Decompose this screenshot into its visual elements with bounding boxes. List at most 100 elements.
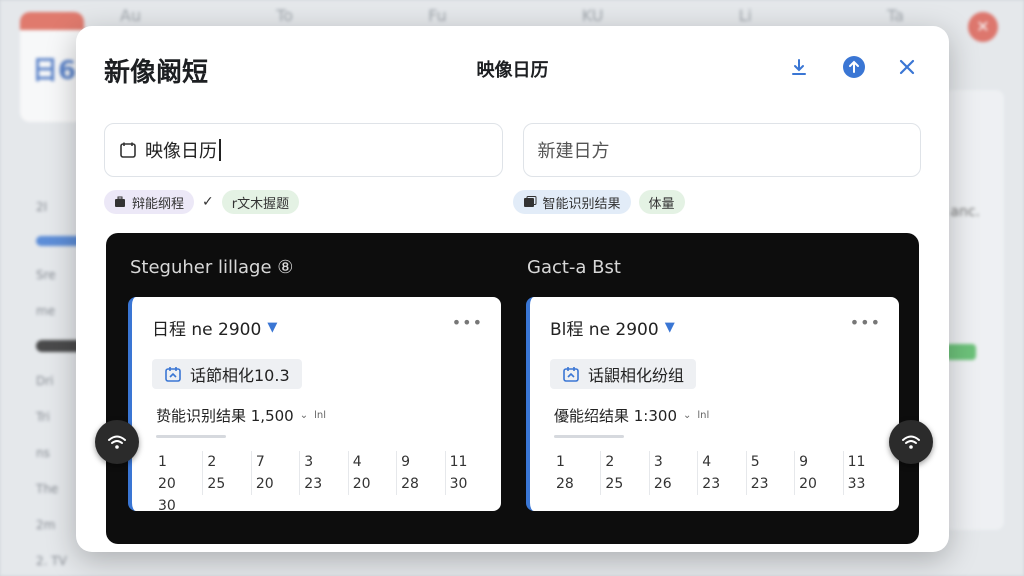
- card-header-text: Bl程 ne 2900: [550, 320, 659, 340]
- wifi-button-left[interactable]: [95, 420, 139, 464]
- date-cell[interactable]: 30: [154, 495, 202, 511]
- date-cell[interactable]: 2: [202, 451, 250, 473]
- wifi-icon: [108, 435, 126, 449]
- card-result-line: 贽能识别结果 1,500 ⌄ lnl: [156, 405, 326, 426]
- new-calendar-value: 新建日方: [537, 141, 610, 162]
- close-icon: [899, 59, 915, 75]
- tag-smart-schedule[interactable]: 辩能纲程: [104, 190, 195, 214]
- card-result-text: 贽能识别结果 1,500: [156, 407, 294, 425]
- date-cell[interactable]: 4: [347, 451, 396, 473]
- card-chip[interactable]: 话節相化10.3: [152, 359, 302, 389]
- right-panel-label: Gact-a Bst: [527, 257, 621, 278]
- date-cell[interactable]: 33: [842, 473, 891, 495]
- input-row: 映像日历 新建日方: [104, 123, 921, 177]
- date-cell[interactable]: 4: [697, 451, 745, 473]
- date-cell[interactable]: 1: [552, 451, 600, 473]
- date-cell[interactable]: 25: [202, 473, 250, 495]
- bg-right-text: anc.: [950, 204, 980, 220]
- date-cell[interactable]: 1: [154, 451, 202, 473]
- download-button[interactable]: [786, 54, 812, 80]
- date-cell[interactable]: 11: [444, 451, 493, 473]
- date-cell[interactable]: 28: [552, 473, 600, 495]
- text-caret: [219, 139, 221, 161]
- card-header[interactable]: 日程 ne 2900 ▼: [152, 315, 277, 340]
- date-cell[interactable]: 5: [745, 451, 794, 473]
- date-cell[interactable]: 25: [600, 473, 648, 495]
- card-progress-bar: [156, 435, 226, 438]
- upload-button[interactable]: [841, 54, 867, 80]
- tag-label: 辩能纲程: [132, 196, 185, 212]
- date-cell[interactable]: 3: [648, 451, 697, 473]
- date-cell[interactable]: 7: [250, 451, 299, 473]
- card-result-text: 優能绍结果 1:300: [554, 407, 677, 425]
- bg-green-badge: [946, 344, 976, 360]
- calendar-name-value: 映像日历: [145, 141, 217, 162]
- card-result-line: 優能绍结果 1:300 ⌄ lnl: [554, 405, 709, 426]
- bg-day: Au: [120, 6, 142, 25]
- background-close-icon: ✕: [968, 12, 998, 42]
- schedule-card-right[interactable]: Bl程 ne 2900 ▼ ••• 话鼰相化纷组 優能绍结果 1:300 ⌄ l…: [526, 297, 899, 511]
- tag-volume[interactable]: 体量: [638, 190, 685, 214]
- date-cell[interactable]: 11: [842, 451, 891, 473]
- date-cell[interactable]: 28: [396, 473, 444, 495]
- date-cell[interactable]: 23: [745, 473, 794, 495]
- card-chip[interactable]: 话鼰相化纷组: [550, 359, 697, 389]
- card-result-suffix: lnl: [697, 410, 710, 421]
- bg-day: Li: [738, 6, 752, 25]
- download-icon: [792, 59, 806, 75]
- chevron-down-icon: ▼: [664, 320, 675, 335]
- modal-header: 新像阚短 映像日历: [76, 26, 949, 110]
- date-cell[interactable]: 20: [250, 473, 299, 495]
- left-tag-group: 辩能纲程 ✓ r文木握题: [104, 190, 513, 214]
- tags-row: 辩能纲程 ✓ r文木握题 智能识别结果 体量: [104, 190, 921, 214]
- card-chip-label: 话節相化10.3: [190, 366, 290, 385]
- date-cell[interactable]: 20: [347, 473, 396, 495]
- bg-list-item: 2. TV: [36, 554, 67, 568]
- chevron-down-icon[interactable]: ⌄: [300, 410, 308, 421]
- calendar-app-icon: 日6: [20, 12, 84, 122]
- modal-subtitle: 映像日历: [476, 60, 549, 81]
- bg-day: KU: [581, 6, 604, 25]
- calendar-name-input[interactable]: 映像日历: [104, 123, 503, 177]
- bg-day: Fu: [428, 6, 447, 25]
- card-date-grid: 1 2 7 3 4 9 11 20 25 20 23 20 28 30 30: [154, 451, 493, 511]
- right-tag-group: 智能识别结果 体量: [512, 190, 922, 214]
- more-options-icon[interactable]: •••: [850, 313, 881, 332]
- background-right-panel: [944, 90, 1004, 530]
- date-cell[interactable]: 23: [697, 473, 745, 495]
- card-date-grid: 1 2 3 4 5 9 11 28 25 26 23 23 20 33: [552, 451, 891, 495]
- tag-recognition-result[interactable]: 智能识别结果: [512, 190, 631, 214]
- schedule-card-left[interactable]: 日程 ne 2900 ▼ ••• 话節相化10.3 贽能识别结果 1,500 ⌄…: [128, 297, 501, 511]
- chevron-down-icon[interactable]: ⌄: [683, 410, 691, 421]
- bg-day: To: [276, 6, 294, 25]
- wifi-button-right[interactable]: [889, 420, 933, 464]
- tag-text-reminder[interactable]: r文木握题: [221, 190, 300, 214]
- date-cell[interactable]: 2: [600, 451, 648, 473]
- card-header[interactable]: Bl程 ne 2900 ▼: [550, 315, 675, 340]
- more-options-icon[interactable]: •••: [452, 313, 483, 332]
- date-cell[interactable]: 3: [299, 451, 347, 473]
- date-cell[interactable]: 26: [648, 473, 697, 495]
- date-cell[interactable]: 30: [444, 473, 493, 495]
- calendar-edit-icon: [165, 367, 181, 382]
- new-calendar-input[interactable]: 新建日方: [522, 123, 921, 177]
- wifi-icon: [902, 435, 920, 449]
- date-cell[interactable]: 20: [794, 473, 842, 495]
- date-cell[interactable]: 23: [299, 473, 347, 495]
- date-cell[interactable]: 20: [154, 473, 202, 495]
- card-progress-bar: [554, 435, 624, 438]
- tag-label: 体量: [648, 196, 675, 212]
- preview-area: Steguher lillage ⑧ Gact-a Bst 日程 ne 2900…: [106, 233, 919, 544]
- tag-label: r文木握题: [231, 196, 290, 212]
- calendar-icon: [120, 142, 136, 158]
- calendar-modal: 新像阚短 映像日历 映像日历 新建日方 辩能纲程 ✓ r文木握题 智能识别结果 …: [76, 26, 949, 552]
- close-button[interactable]: [894, 54, 920, 80]
- card-chip-label: 话鼰相化纷组: [588, 366, 685, 385]
- image-stack-icon: [523, 196, 536, 207]
- briefcase-icon: [115, 196, 125, 207]
- bg-day: Ta: [887, 6, 904, 25]
- left-panel-label: Steguher lillage ⑧: [130, 257, 294, 278]
- date-cell[interactable]: 9: [794, 451, 842, 473]
- check-icon[interactable]: ✓: [202, 194, 214, 210]
- date-cell[interactable]: 9: [396, 451, 444, 473]
